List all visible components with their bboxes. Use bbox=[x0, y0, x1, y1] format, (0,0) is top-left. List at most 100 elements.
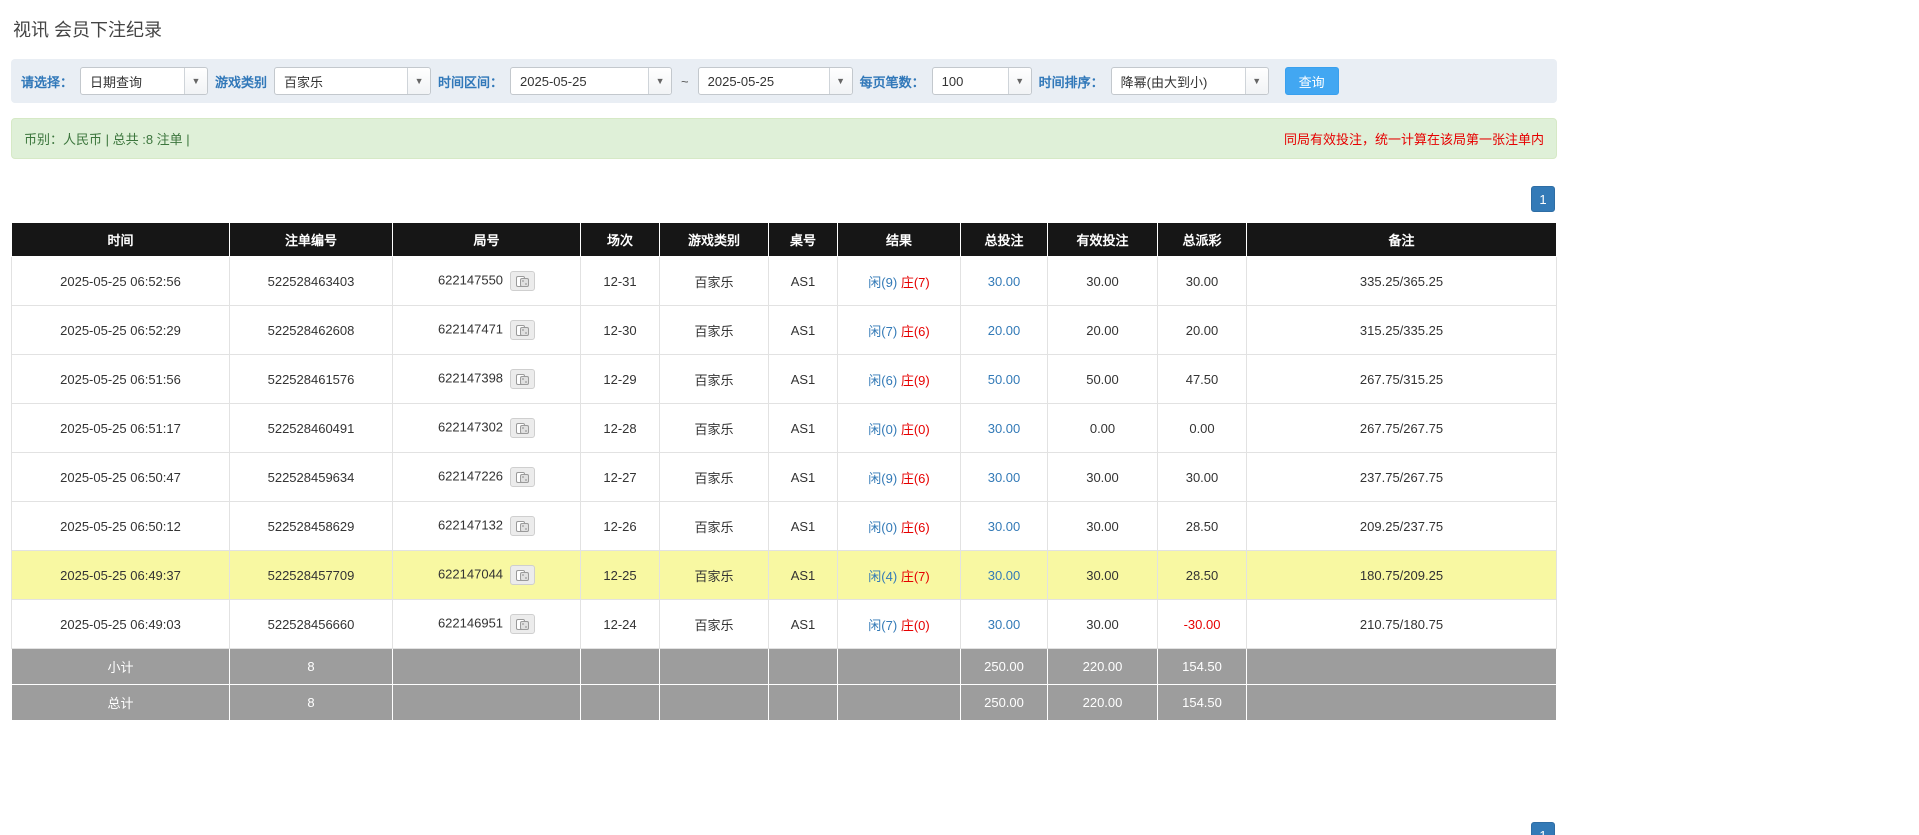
chevron-down-icon[interactable]: ▼ bbox=[184, 68, 207, 94]
pagination-page-1[interactable]: 1 bbox=[1531, 186, 1555, 212]
cell-table-no: AS1 bbox=[769, 306, 838, 355]
round-video-icon[interactable] bbox=[510, 565, 535, 585]
total-bet-link[interactable]: 50.00 bbox=[988, 372, 1021, 387]
table-row: 2025-05-25 06:52:29 522528462608 6221474… bbox=[12, 306, 1557, 355]
cell-game-type: 百家乐 bbox=[660, 306, 769, 355]
same-round-note: 同局有效投注，统一计算在该局第一张注单内 bbox=[1284, 129, 1544, 148]
total-bet-link[interactable]: 30.00 bbox=[988, 470, 1021, 485]
cell-total-bet: 50.00 bbox=[961, 355, 1048, 404]
cell-result: 闲(4) 庄(7) bbox=[838, 551, 961, 600]
page-size-label: 每页笔数： bbox=[860, 72, 925, 91]
game-type-dropdown[interactable]: 百家乐 ▼ bbox=[274, 67, 431, 95]
table-body: 2025-05-25 06:52:56 522528463403 6221475… bbox=[12, 257, 1557, 649]
round-video-icon[interactable] bbox=[510, 467, 535, 487]
cell-bet-id: 522528458629 bbox=[230, 502, 393, 551]
col-game-type: 游戏类别 bbox=[660, 223, 769, 257]
currency-total-text: 币别：人民币 | 总共 :8 注单 | bbox=[24, 129, 190, 148]
bet-records-table: 时间 注单编号 局号 场次 游戏类别 桌号 结果 总投注 有效投注 总派彩 备注… bbox=[11, 222, 1557, 721]
chevron-down-icon[interactable]: ▼ bbox=[1245, 68, 1268, 94]
total-bet-link[interactable]: 30.00 bbox=[988, 617, 1021, 632]
subtotal-valid-bet: 220.00 bbox=[1048, 649, 1158, 685]
total-total-bet: 250.00 bbox=[961, 685, 1048, 721]
cell-game-type: 百家乐 bbox=[660, 502, 769, 551]
cell-table-no: AS1 bbox=[769, 551, 838, 600]
cell-valid-bet: 0.00 bbox=[1048, 404, 1158, 453]
col-payout: 总派彩 bbox=[1158, 223, 1247, 257]
chevron-down-icon[interactable]: ▼ bbox=[648, 68, 671, 94]
cell-payout: 20.00 bbox=[1158, 306, 1247, 355]
round-video-icon[interactable] bbox=[510, 271, 535, 291]
cell-note: 209.25/237.75 bbox=[1247, 502, 1557, 551]
player-result: 闲(0) bbox=[868, 520, 897, 535]
cell-round-id: 622147132 bbox=[393, 502, 581, 551]
cell-valid-bet: 50.00 bbox=[1048, 355, 1158, 404]
cell-total-bet: 30.00 bbox=[961, 404, 1048, 453]
cell-round-id: 622147226 bbox=[393, 453, 581, 502]
cell-payout: 47.50 bbox=[1158, 355, 1247, 404]
date-from-dropdown[interactable]: 2025-05-25 ▼ bbox=[510, 67, 672, 95]
round-video-icon[interactable] bbox=[510, 418, 535, 438]
banker-result: 庄(6) bbox=[901, 471, 930, 486]
round-id: 622147398 bbox=[438, 370, 503, 385]
chevron-down-icon[interactable]: ▼ bbox=[407, 68, 430, 94]
page-size-dropdown[interactable]: 100 ▼ bbox=[932, 67, 1032, 95]
page-container: 视讯 会员下注纪录 请选择： 日期查询 ▼ 游戏类别 百家乐 ▼ 时间区间： 2… bbox=[11, 0, 1557, 721]
round-id: 622147302 bbox=[438, 419, 503, 434]
cell-time: 2025-05-25 06:52:56 bbox=[12, 257, 230, 306]
cell-time: 2025-05-25 06:50:47 bbox=[12, 453, 230, 502]
cell-valid-bet: 30.00 bbox=[1048, 257, 1158, 306]
cell-note: 335.25/365.25 bbox=[1247, 257, 1557, 306]
page-size-value: 100 bbox=[933, 68, 1008, 94]
cell-session: 12-25 bbox=[581, 551, 660, 600]
round-video-icon[interactable] bbox=[510, 369, 535, 389]
cell-bet-id: 522528460491 bbox=[230, 404, 393, 453]
pagination-bottom-page-1[interactable]: 1 bbox=[1531, 822, 1555, 835]
cell-valid-bet: 20.00 bbox=[1048, 306, 1158, 355]
chevron-down-icon[interactable]: ▼ bbox=[1008, 68, 1031, 94]
cell-payout: 28.50 bbox=[1158, 502, 1247, 551]
total-bet-link[interactable]: 20.00 bbox=[988, 323, 1021, 338]
cell-session: 12-26 bbox=[581, 502, 660, 551]
total-label: 总计 bbox=[12, 685, 230, 721]
summary-bar: 币别：人民币 | 总共 :8 注单 | 同局有效投注，统一计算在该局第一张注单内 bbox=[11, 118, 1557, 159]
cell-payout: 28.50 bbox=[1158, 551, 1247, 600]
query-type-dropdown[interactable]: 日期查询 ▼ bbox=[80, 67, 208, 95]
subtotal-label: 小计 bbox=[12, 649, 230, 685]
cell-valid-bet: 30.00 bbox=[1048, 502, 1158, 551]
search-button[interactable]: 查询 bbox=[1285, 67, 1339, 95]
cell-bet-id: 522528457709 bbox=[230, 551, 393, 600]
cell-total-bet: 30.00 bbox=[961, 502, 1048, 551]
cell-round-id: 622146951 bbox=[393, 600, 581, 649]
cell-result: 闲(7) 庄(6) bbox=[838, 306, 961, 355]
player-result: 闲(9) bbox=[868, 471, 897, 486]
chevron-down-icon[interactable]: ▼ bbox=[829, 68, 852, 94]
player-result: 闲(9) bbox=[868, 275, 897, 290]
cell-note: 267.75/267.75 bbox=[1247, 404, 1557, 453]
cell-table-no: AS1 bbox=[769, 600, 838, 649]
total-bet-link[interactable]: 30.00 bbox=[988, 519, 1021, 534]
total-valid-bet: 220.00 bbox=[1048, 685, 1158, 721]
cell-valid-bet: 30.00 bbox=[1048, 551, 1158, 600]
range-separator: ~ bbox=[679, 74, 691, 89]
col-note: 备注 bbox=[1247, 223, 1557, 257]
cell-result: 闲(0) 庄(6) bbox=[838, 502, 961, 551]
banker-result: 庄(7) bbox=[901, 275, 930, 290]
total-bet-link[interactable]: 30.00 bbox=[988, 274, 1021, 289]
date-to-dropdown[interactable]: 2025-05-25 ▼ bbox=[698, 67, 853, 95]
cell-bet-id: 522528456660 bbox=[230, 600, 393, 649]
cell-valid-bet: 30.00 bbox=[1048, 600, 1158, 649]
round-video-icon[interactable] bbox=[510, 516, 535, 536]
total-bet-link[interactable]: 30.00 bbox=[988, 568, 1021, 583]
player-result: 闲(6) bbox=[868, 373, 897, 388]
player-result: 闲(0) bbox=[868, 422, 897, 437]
total-bet-link[interactable]: 30.00 bbox=[988, 421, 1021, 436]
cell-result: 闲(9) 庄(7) bbox=[838, 257, 961, 306]
cell-note: 237.75/267.75 bbox=[1247, 453, 1557, 502]
sort-order-dropdown[interactable]: 降幂(由大到小) ▼ bbox=[1111, 67, 1269, 95]
round-video-icon[interactable] bbox=[510, 614, 535, 634]
cell-game-type: 百家乐 bbox=[660, 355, 769, 404]
cell-game-type: 百家乐 bbox=[660, 453, 769, 502]
game-type-label: 游戏类别 bbox=[215, 72, 267, 91]
round-id: 622147550 bbox=[438, 272, 503, 287]
round-video-icon[interactable] bbox=[510, 320, 535, 340]
